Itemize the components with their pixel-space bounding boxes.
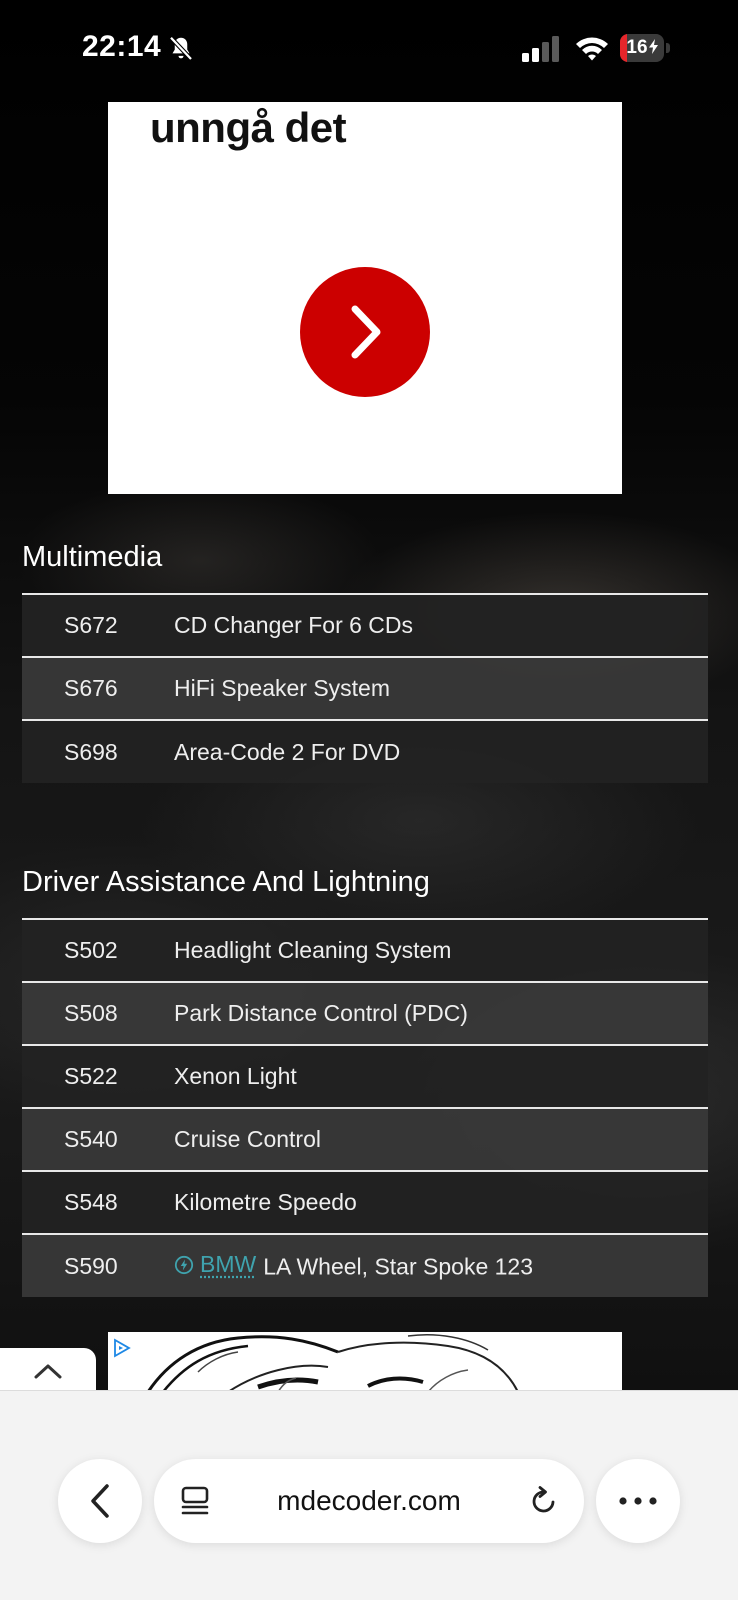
address-bar[interactable]: mdecoder.com: [154, 1459, 584, 1543]
option-code: S676: [22, 656, 174, 720]
ad-headline: unngå det: [150, 104, 347, 151]
options-table-driver-assistance: S502 Headlight Cleaning System S508 Park…: [22, 918, 708, 1297]
option-code: S508: [22, 981, 174, 1045]
table-row: S672 CD Changer For 6 CDs: [22, 593, 708, 657]
lightning-circle-icon: [174, 1255, 194, 1274]
table-row: S502 Headlight Cleaning System: [22, 918, 708, 982]
battery-cap: [666, 43, 670, 53]
reload-icon[interactable]: [528, 1485, 560, 1517]
tabs-icon[interactable]: [180, 1485, 210, 1517]
table-row: S540 Cruise Control: [22, 1107, 708, 1171]
brand-link[interactable]: BMW: [200, 1251, 256, 1278]
ad-choices-icon[interactable]: [110, 1336, 134, 1360]
table-row: S698 Area-Code 2 For DVD: [22, 719, 708, 783]
option-code: S502: [22, 918, 174, 982]
battery-percent: 16: [620, 34, 664, 62]
wifi-icon: [576, 37, 608, 61]
battery-indicator: 16: [620, 34, 670, 62]
options-table-multimedia: S672 CD Changer For 6 CDs S676 HiFi Spea…: [22, 593, 708, 783]
ad-banner-top[interactable]: unngå det: [108, 102, 622, 494]
ad-arrow-button[interactable]: [300, 267, 430, 397]
option-label: Headlight Cleaning System: [174, 918, 708, 982]
bell-slash-icon: [169, 36, 193, 61]
option-label: Area-Code 2 For DVD: [174, 719, 708, 783]
status-bar: 22:14 16: [0, 0, 738, 100]
option-label: Kilometre Speedo: [174, 1170, 708, 1234]
cellular-signal-icon: [522, 36, 559, 62]
option-code: S672: [22, 593, 174, 657]
chevron-up-icon: [34, 1364, 62, 1379]
table-row: S508 Park Distance Control (PDC): [22, 981, 708, 1045]
battery-body: 16: [620, 34, 664, 62]
ad-sketch-image: [146, 1334, 519, 1392]
option-label: Park Distance Control (PDC): [174, 981, 708, 1045]
chevron-right-icon: [351, 305, 381, 359]
browser-toolbar: mdecoder.com: [0, 1390, 738, 1600]
brand-link-wrap[interactable]: BMW: [174, 1251, 263, 1278]
charging-bolt-icon: [648, 39, 658, 54]
section-title-driver-assistance: Driver Assistance And Lightning: [22, 866, 430, 898]
ad-banner-bottom[interactable]: [108, 1332, 622, 1392]
table-row: S522 Xenon Light: [22, 1044, 708, 1108]
option-label-text: LA Wheel, Star Spoke 123: [263, 1253, 533, 1280]
option-label: Xenon Light: [174, 1044, 708, 1108]
table-row: S676 HiFi Speaker System: [22, 656, 708, 720]
more-options-button[interactable]: [596, 1459, 680, 1543]
back-button[interactable]: [58, 1459, 142, 1543]
more-dots-icon: [619, 1497, 657, 1505]
option-code: S548: [22, 1170, 174, 1234]
option-code: S590: [22, 1233, 174, 1297]
option-code: S698: [22, 719, 174, 783]
option-code: S540: [22, 1107, 174, 1171]
option-label: CD Changer For 6 CDs: [174, 593, 708, 657]
section-title-multimedia: Multimedia: [22, 541, 163, 573]
table-row: S590 BMW LA Wheel, Star Spoke 123: [22, 1233, 708, 1297]
address-url[interactable]: mdecoder.com: [224, 1459, 514, 1543]
option-code: S522: [22, 1044, 174, 1108]
table-row: S548 Kilometre Speedo: [22, 1170, 708, 1234]
back-chevron-icon: [91, 1484, 109, 1518]
option-label: Cruise Control: [174, 1107, 708, 1171]
option-label: HiFi Speaker System: [174, 656, 708, 720]
scroll-to-top-button[interactable]: [0, 1348, 96, 1394]
page: 22:14 16 unngå det Multimedia S672 CD Ch…: [0, 0, 738, 1600]
option-label: BMW LA Wheel, Star Spoke 123: [174, 1233, 708, 1297]
status-time: 22:14: [82, 30, 162, 63]
